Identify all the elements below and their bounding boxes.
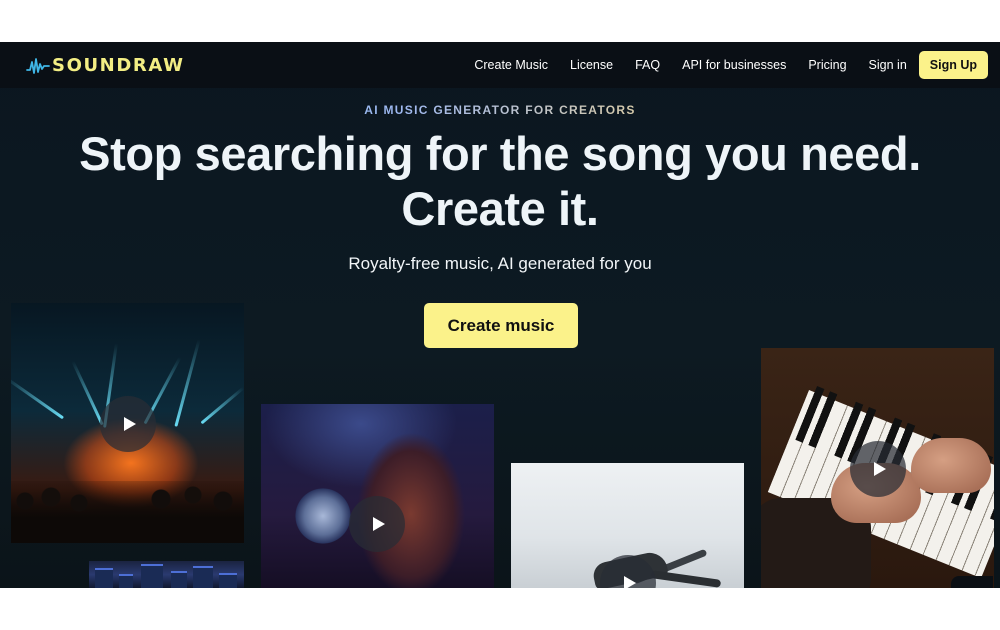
crowd-silhouette <box>11 481 244 543</box>
media-tile-disco-ball[interactable] <box>261 404 494 588</box>
logo-text: SOUNDRAW <box>52 55 185 76</box>
hero-eyebrow: AI MUSIC GENERATOR FOR CREATORS <box>0 103 1000 117</box>
media-tile-piano[interactable] <box>761 348 994 588</box>
page-frame: SOUNDRAW Create Music License FAQ API fo… <box>0 42 1000 588</box>
media-tile-city-night[interactable] <box>89 561 244 588</box>
building-shape <box>171 571 187 588</box>
headline-line-1: Stop searching for the song you need. <box>79 127 921 180</box>
top-nav-bar: SOUNDRAW Create Music License FAQ API fo… <box>0 42 1000 88</box>
main-nav: Create Music License FAQ API for busines… <box>452 51 988 79</box>
create-music-button[interactable]: Create music <box>424 303 578 348</box>
media-tile-concert[interactable] <box>11 303 244 543</box>
light-beam <box>200 386 244 425</box>
building-shape <box>119 574 133 588</box>
nav-faq[interactable]: FAQ <box>635 51 660 79</box>
light-beam <box>71 360 104 426</box>
nav-pricing[interactable]: Pricing <box>808 51 846 79</box>
play-icon[interactable] <box>349 496 405 552</box>
hero-subhead: Royalty-free music, AI generated for you <box>348 254 652 273</box>
light-beam <box>11 376 65 420</box>
soundraw-logo[interactable]: SOUNDRAW <box>26 55 185 76</box>
nav-create-music[interactable]: Create Music <box>474 51 548 79</box>
hero-headline: Stop searching for the song you need. Cr… <box>0 126 1000 236</box>
building-shape <box>95 568 113 588</box>
light-beam <box>174 339 201 427</box>
waveform-logo-icon <box>26 57 50 74</box>
play-icon[interactable] <box>100 396 156 452</box>
building-shape <box>141 564 163 588</box>
nav-sign-in[interactable]: Sign in <box>869 51 907 79</box>
building-shape <box>193 566 213 588</box>
right-hand-shape <box>911 438 991 493</box>
play-icon[interactable] <box>850 441 906 497</box>
nav-api-for-businesses[interactable]: API for businesses <box>682 51 786 79</box>
chat-widget-button[interactable] <box>951 576 993 588</box>
media-tile-dancer[interactable] <box>511 463 744 588</box>
building-shape <box>219 573 237 588</box>
sign-up-button[interactable]: Sign Up <box>918 51 988 79</box>
dancer-leg <box>650 570 722 588</box>
headline-line-2: Create it. <box>401 182 599 235</box>
nav-license[interactable]: License <box>570 51 613 79</box>
